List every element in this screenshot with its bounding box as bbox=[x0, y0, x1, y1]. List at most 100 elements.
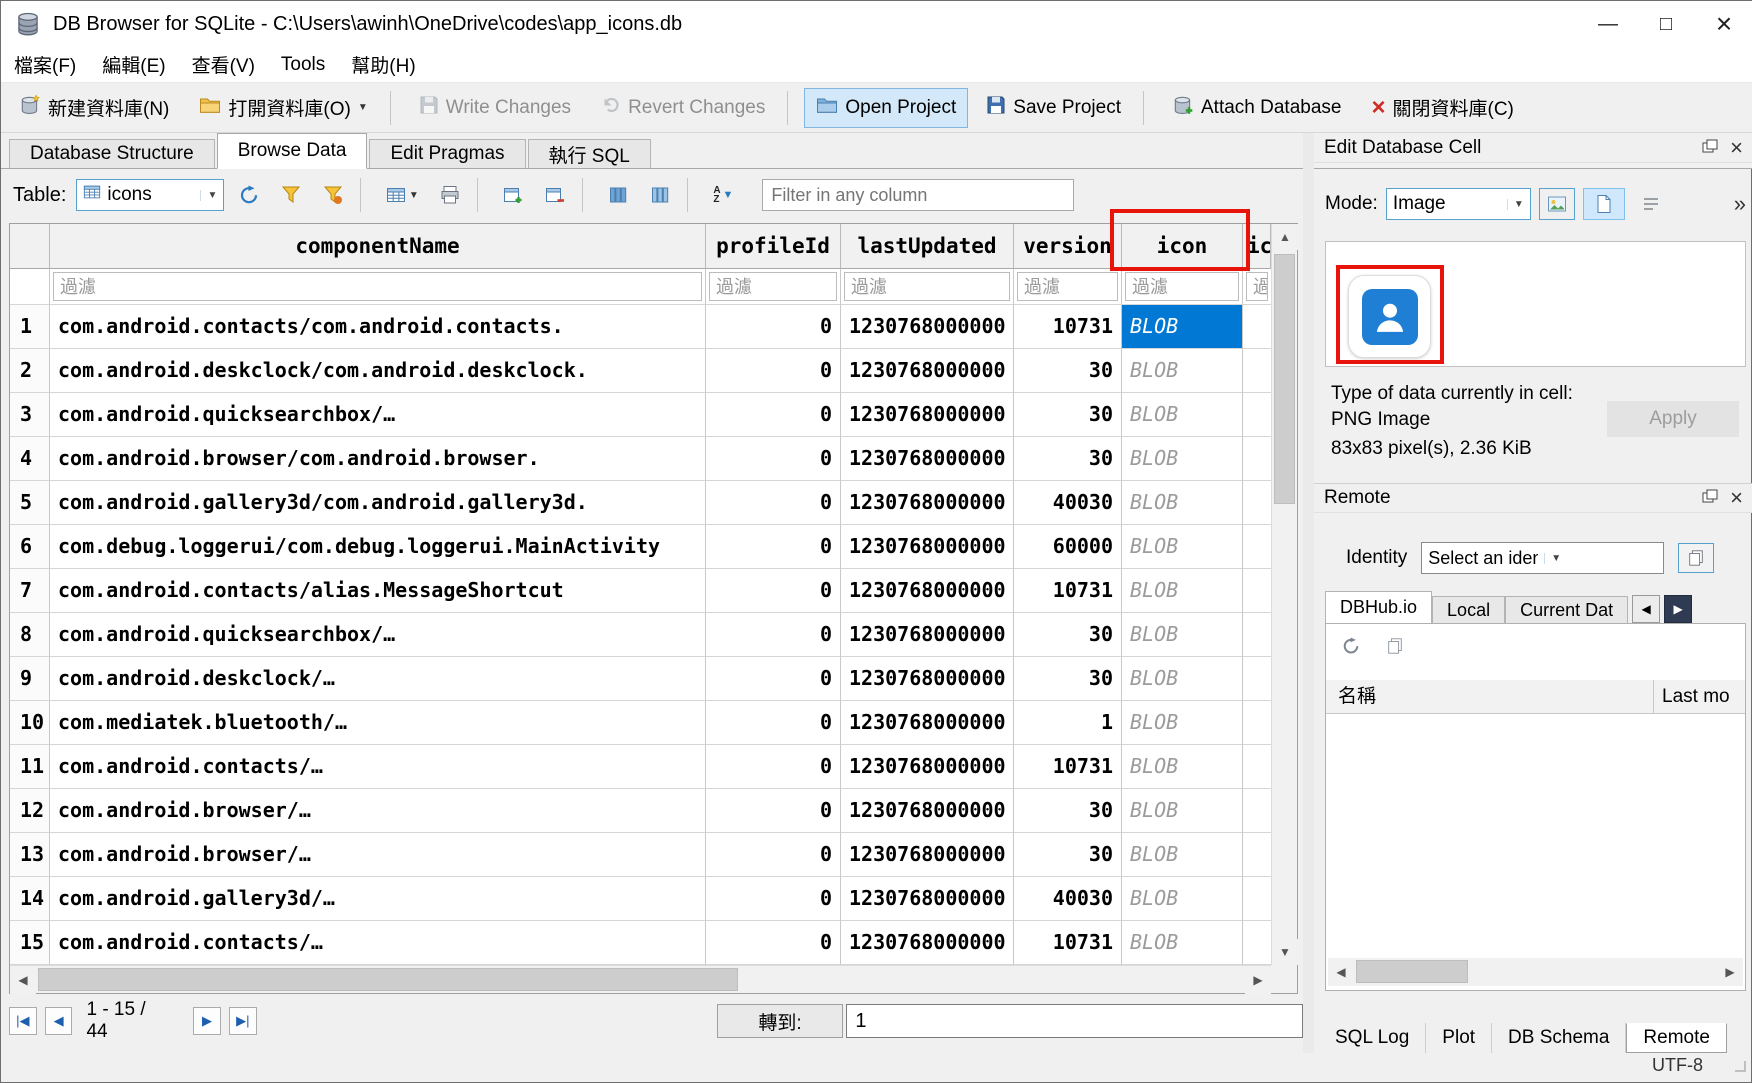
filter-any-column-input[interactable] bbox=[762, 179, 1074, 211]
cell-lastUpdated[interactable]: 1230768000000 bbox=[841, 305, 1014, 349]
row-number[interactable]: 14 bbox=[10, 877, 50, 921]
cell-componentName[interactable]: com.android.gallery3d/… bbox=[50, 877, 706, 921]
cell-componentName[interactable]: com.android.deskclock/com.android.deskcl… bbox=[50, 349, 706, 393]
cell-componentName[interactable]: com.mediatek.bluetooth/… bbox=[50, 701, 706, 745]
cell-profileId[interactable]: 0 bbox=[706, 437, 841, 481]
tab-scroll-right-icon[interactable]: ▶ bbox=[1664, 595, 1692, 623]
tab-sql-log[interactable]: SQL Log bbox=[1319, 1023, 1426, 1053]
resize-grip[interactable] bbox=[1733, 1059, 1747, 1078]
cell-partial[interactable] bbox=[1243, 789, 1271, 833]
menu-edit[interactable]: 編輯(E) bbox=[89, 47, 178, 83]
row-number[interactable]: 9 bbox=[10, 657, 50, 701]
scroll-right-icon[interactable]: ▶ bbox=[1245, 966, 1271, 994]
cell-partial[interactable] bbox=[1243, 921, 1271, 965]
cell-icon-blob[interactable]: BLOB bbox=[1122, 745, 1243, 789]
goto-button[interactable]: 轉到: bbox=[717, 1004, 844, 1038]
table-row[interactable]: 4 com.android.browser/com.android.browse… bbox=[10, 437, 1271, 481]
cell-componentName[interactable]: com.android.quicksearchbox/… bbox=[50, 393, 706, 437]
filter-funnel-button[interactable] bbox=[274, 179, 308, 211]
cell-profileId[interactable]: 0 bbox=[706, 657, 841, 701]
row-number[interactable]: 5 bbox=[10, 481, 50, 525]
cell-lastUpdated[interactable]: 1230768000000 bbox=[841, 349, 1014, 393]
close-panel-icon[interactable]: × bbox=[1730, 488, 1743, 508]
first-page-button[interactable]: |◀ bbox=[9, 1007, 37, 1035]
cell-icon-blob[interactable]: BLOB bbox=[1122, 481, 1243, 525]
tab-scroll-left-icon[interactable]: ◀ bbox=[1632, 595, 1660, 623]
float-panel-icon[interactable] bbox=[1702, 487, 1718, 509]
row-number[interactable]: 6 bbox=[10, 525, 50, 569]
cell-componentName[interactable]: com.android.quicksearchbox/… bbox=[50, 613, 706, 657]
table-row[interactable]: 14 com.android.gallery3d/… 0 12307680000… bbox=[10, 877, 1271, 921]
remote-database-list[interactable] bbox=[1326, 714, 1745, 956]
cell-partial[interactable] bbox=[1243, 569, 1271, 613]
new-record-button[interactable] bbox=[496, 179, 530, 211]
cell-icon-blob[interactable]: BLOB bbox=[1122, 921, 1243, 965]
scroll-down-icon[interactable]: ▼ bbox=[1272, 939, 1298, 965]
cell-partial[interactable] bbox=[1243, 877, 1271, 921]
menu-help[interactable]: 幫助(H) bbox=[338, 47, 428, 83]
delete-record-button[interactable] bbox=[538, 179, 572, 211]
apply-button[interactable]: Apply bbox=[1607, 401, 1739, 437]
cell-icon-blob[interactable]: BLOB bbox=[1122, 657, 1243, 701]
cell-partial[interactable] bbox=[1243, 437, 1271, 481]
tab-local[interactable]: Local bbox=[1432, 596, 1505, 623]
filter-save-button[interactable] bbox=[316, 179, 350, 211]
cell-version[interactable]: 40030 bbox=[1014, 481, 1122, 525]
tab-db-schema[interactable]: DB Schema bbox=[1492, 1023, 1626, 1053]
row-number[interactable]: 3 bbox=[10, 393, 50, 437]
cell-lastUpdated[interactable]: 1230768000000 bbox=[841, 437, 1014, 481]
cell-profileId[interactable]: 0 bbox=[706, 525, 841, 569]
cell-partial[interactable] bbox=[1243, 701, 1271, 745]
cell-lastUpdated[interactable]: 1230768000000 bbox=[841, 613, 1014, 657]
cell-lastUpdated[interactable]: 1230768000000 bbox=[841, 789, 1014, 833]
row-number[interactable]: 2 bbox=[10, 349, 50, 393]
column-header-lastUpdated[interactable]: lastUpdated bbox=[841, 224, 1014, 269]
cell-lastUpdated[interactable]: 1230768000000 bbox=[841, 745, 1014, 789]
cell-version[interactable]: 10731 bbox=[1014, 569, 1122, 613]
cell-lastUpdated[interactable]: 1230768000000 bbox=[841, 393, 1014, 437]
cell-componentName[interactable]: com.android.contacts/… bbox=[50, 921, 706, 965]
scroll-up-icon[interactable]: ▲ bbox=[1272, 224, 1298, 250]
revert-changes-button[interactable]: Revert Changes bbox=[589, 88, 777, 128]
cell-profileId[interactable]: 0 bbox=[706, 569, 841, 613]
cell-partial[interactable] bbox=[1243, 349, 1271, 393]
cell-lastUpdated[interactable]: 1230768000000 bbox=[841, 481, 1014, 525]
cell-version[interactable]: 30 bbox=[1014, 393, 1122, 437]
row-number[interactable]: 15 bbox=[10, 921, 50, 965]
save-project-button[interactable]: Save Project bbox=[974, 88, 1133, 128]
image-mode-button[interactable] bbox=[1539, 188, 1575, 220]
cell-lastUpdated[interactable]: 1230768000000 bbox=[841, 833, 1014, 877]
remote-scroll-thumb[interactable] bbox=[1356, 960, 1468, 983]
cell-icon-blob[interactable]: BLOB bbox=[1122, 525, 1243, 569]
cell-version[interactable]: 60000 bbox=[1014, 525, 1122, 569]
cell-lastUpdated[interactable]: 1230768000000 bbox=[841, 877, 1014, 921]
cell-icon-blob[interactable]: BLOB bbox=[1122, 305, 1243, 349]
cell-partial[interactable] bbox=[1243, 613, 1271, 657]
cell-version[interactable]: 30 bbox=[1014, 613, 1122, 657]
cell-version[interactable]: 1 bbox=[1014, 701, 1122, 745]
cell-version[interactable]: 10731 bbox=[1014, 921, 1122, 965]
cell-componentName[interactable]: com.android.contacts/com.android.contact… bbox=[50, 305, 706, 349]
filter-input-icon[interactable]: 過濾 bbox=[1125, 272, 1239, 301]
new-database-button[interactable]: 新建資料庫(N) bbox=[7, 88, 181, 128]
sort-button[interactable]: AZ ▼ bbox=[706, 179, 740, 211]
cell-componentName[interactable]: com.debug.loggerui/com.debug.loggerui.Ma… bbox=[50, 525, 706, 569]
cell-icon-blob[interactable]: BLOB bbox=[1122, 877, 1243, 921]
row-number[interactable]: 8 bbox=[10, 613, 50, 657]
cell-profileId[interactable]: 0 bbox=[706, 789, 841, 833]
row-number[interactable]: 12 bbox=[10, 789, 50, 833]
cell-icon-blob[interactable]: BLOB bbox=[1122, 701, 1243, 745]
row-number[interactable]: 13 bbox=[10, 833, 50, 877]
table-row[interactable]: 13 com.android.browser/… 0 1230768000000… bbox=[10, 833, 1271, 877]
table-row[interactable]: 11 com.android.contacts/… 0 123076800000… bbox=[10, 745, 1271, 789]
horizontal-scrollbar[interactable]: ◀ ▶ bbox=[10, 965, 1271, 993]
close-database-button[interactable]: × 關閉資料庫(C) bbox=[1359, 88, 1525, 128]
remote-clone-button[interactable] bbox=[1378, 630, 1412, 662]
goto-record-input[interactable] bbox=[846, 1004, 1303, 1038]
identity-select[interactable]: Select an identity to conne ▼ bbox=[1421, 542, 1664, 574]
cell-profileId[interactable]: 0 bbox=[706, 921, 841, 965]
toolbar-overflow-icon[interactable]: » bbox=[1734, 191, 1746, 217]
cell-lastUpdated[interactable]: 1230768000000 bbox=[841, 657, 1014, 701]
filter-input-profileId[interactable]: 過濾 bbox=[709, 272, 837, 301]
cell-partial[interactable] bbox=[1243, 657, 1271, 701]
